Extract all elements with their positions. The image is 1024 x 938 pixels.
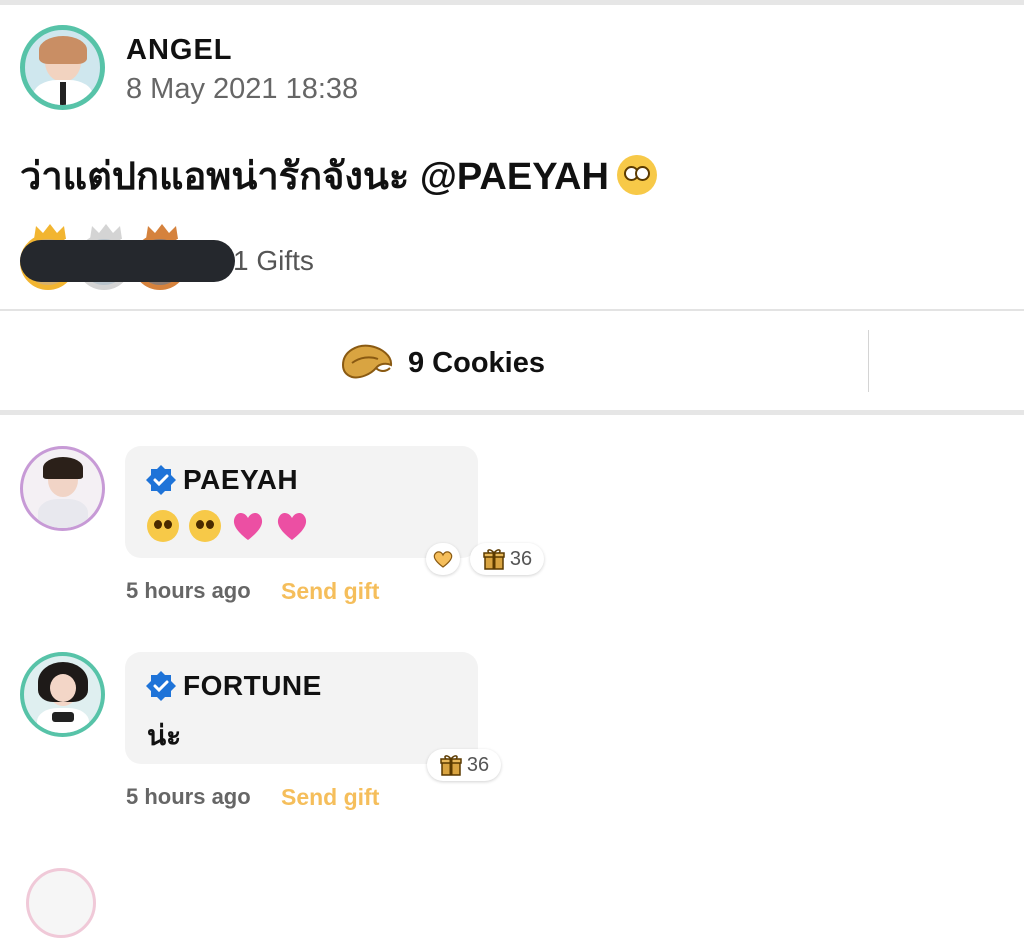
send-gift-link[interactable]: Send gift bbox=[281, 578, 379, 605]
avatar-bow bbox=[51, 712, 74, 722]
verified-badge-icon bbox=[146, 465, 176, 495]
comment-time: 5 hours ago bbox=[126, 784, 251, 809]
section-divider bbox=[0, 410, 1024, 415]
action-separator bbox=[868, 330, 869, 392]
post-content: ว่าแต่ปกแอพน่ารักจังนะ @PAEYAH bbox=[20, 145, 657, 206]
pleading-face-icon bbox=[147, 509, 179, 542]
send-gift-link[interactable]: Send gift bbox=[281, 784, 379, 811]
sparkling-heart-icon bbox=[277, 512, 307, 540]
divider bbox=[0, 309, 1024, 311]
cookies-button[interactable]: 9 Cookies bbox=[340, 335, 545, 391]
pleading-face-icon bbox=[189, 509, 221, 542]
comment-bubble: FORTUNE น่ะ bbox=[125, 652, 478, 764]
avatar-shirt bbox=[37, 499, 88, 528]
gift-count-badge[interactable]: 36 bbox=[470, 543, 544, 575]
comment-avatar-paeyah[interactable] bbox=[20, 446, 105, 531]
comment-time: 5 hours ago bbox=[126, 578, 251, 603]
comment-author-name[interactable]: PAEYAH bbox=[183, 464, 298, 496]
comment-avatar-next[interactable] bbox=[26, 868, 96, 938]
gift-count-number: 36 bbox=[509, 547, 533, 570]
comment-bubble: PAEYAH bbox=[125, 446, 478, 558]
gift-box-icon bbox=[483, 549, 505, 570]
avatar-hair bbox=[38, 36, 87, 64]
flushed-face-icon bbox=[616, 155, 657, 195]
post-text: ว่าแต่ปกแอพน่ารักจังนะ @PAEYAH bbox=[20, 156, 609, 198]
cookies-label: 9 Cookies bbox=[408, 346, 545, 379]
verified-badge-icon bbox=[146, 671, 176, 701]
gift-box-icon bbox=[440, 755, 462, 776]
gift-count-number: 36 bbox=[466, 753, 490, 776]
redacted-block bbox=[20, 240, 235, 282]
comment-author-name[interactable]: FORTUNE bbox=[183, 670, 322, 702]
fortune-cookie-icon bbox=[341, 344, 393, 379]
top-divider bbox=[0, 0, 1024, 5]
heart-icon bbox=[433, 551, 453, 568]
comment-avatar-fortune[interactable] bbox=[20, 652, 105, 737]
post-author-name[interactable]: ANGEL bbox=[126, 34, 233, 67]
gift-count[interactable]: 1 Gifts bbox=[233, 245, 314, 277]
comment-text bbox=[147, 508, 319, 542]
post-timestamp: 8 May 2021 18:38 bbox=[126, 73, 359, 105]
avatar-tie bbox=[59, 82, 66, 105]
comment-text: น่ะ bbox=[147, 720, 182, 751]
gift-count-badge[interactable]: 36 bbox=[427, 749, 501, 781]
avatar-hair bbox=[42, 457, 83, 479]
post-author-avatar[interactable] bbox=[20, 25, 105, 110]
sparkling-heart-icon bbox=[233, 512, 263, 540]
avatar-face-front bbox=[49, 674, 76, 702]
heart-reaction-button[interactable] bbox=[426, 543, 460, 575]
